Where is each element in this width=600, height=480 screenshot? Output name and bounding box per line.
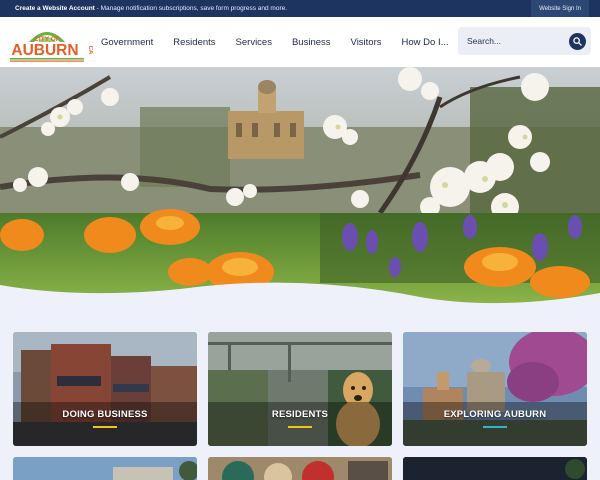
city-logo[interactable]: CITY OF AUBURN CA bbox=[7, 20, 93, 64]
hero-image bbox=[0, 67, 600, 310]
search-button[interactable] bbox=[569, 33, 586, 50]
nav-services[interactable]: Services bbox=[236, 37, 272, 48]
nav-residents[interactable]: Residents bbox=[173, 37, 215, 48]
tile-row2-3-image bbox=[403, 457, 587, 480]
logo-state: CA bbox=[87, 46, 93, 55]
tile-doing-business[interactable]: DOING BUSINESS bbox=[13, 332, 197, 446]
tile-row2-1-image bbox=[13, 457, 197, 480]
account-description: - Manage notification subscriptions, sav… bbox=[94, 5, 288, 12]
hero-banner bbox=[0, 67, 600, 310]
account-notice: Create a Website Account - Manage notifi… bbox=[0, 5, 287, 12]
tile-row2-1[interactable] bbox=[13, 457, 197, 480]
tile-doing-business-accent bbox=[93, 426, 117, 428]
tile-doing-business-image bbox=[13, 332, 197, 446]
tile-doing-business-label: DOING BUSINESS bbox=[62, 409, 148, 420]
nav-how-do-i[interactable]: How Do I... bbox=[402, 37, 449, 48]
tile-residents[interactable]: RESIDENTS bbox=[208, 332, 392, 446]
search-input[interactable] bbox=[467, 34, 563, 48]
tile-exploring-auburn-accent bbox=[483, 426, 507, 428]
nav-business[interactable]: Business bbox=[292, 37, 331, 48]
tile-exploring-auburn-label: EXPLORING AUBURN bbox=[443, 409, 547, 420]
search-box bbox=[458, 27, 591, 55]
notification-bar: Create a Website Account - Manage notifi… bbox=[0, 0, 600, 17]
tile-residents-image bbox=[208, 332, 392, 446]
tile-row2-2-image bbox=[208, 457, 392, 480]
main-navigation: Government Residents Services Business V… bbox=[101, 17, 469, 67]
magnifier-icon bbox=[573, 37, 582, 46]
tile-residents-accent bbox=[288, 426, 312, 428]
tile-row2-2[interactable] bbox=[208, 457, 392, 480]
site-header: CITY OF AUBURN CA Government Residents S… bbox=[0, 17, 600, 67]
tile-row2-3[interactable] bbox=[403, 457, 587, 480]
website-sign-in-button[interactable]: Website Sign In bbox=[531, 0, 589, 17]
tile-residents-label: RESIDENTS bbox=[271, 409, 329, 420]
nav-government[interactable]: Government bbox=[101, 37, 153, 48]
create-account-link[interactable]: Create a Website Account bbox=[15, 5, 95, 12]
nav-visitors[interactable]: Visitors bbox=[351, 37, 382, 48]
logo-auburn: AUBURN bbox=[11, 42, 78, 59]
tile-exploring-auburn-image bbox=[403, 332, 587, 446]
tile-exploring-auburn[interactable]: EXPLORING AUBURN bbox=[403, 332, 587, 446]
